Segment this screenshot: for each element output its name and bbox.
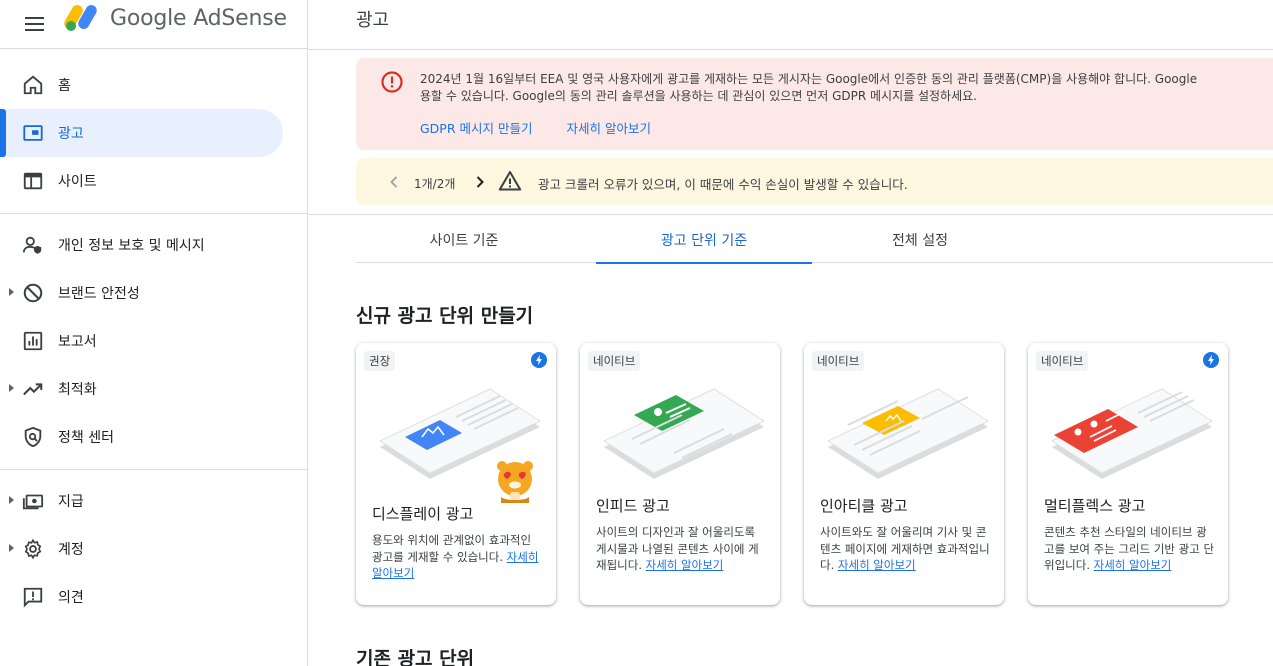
reports-icon <box>22 330 44 352</box>
sidebar-item-home[interactable]: 홈 <box>0 61 307 109</box>
menu-icon[interactable] <box>24 12 48 36</box>
header-divider <box>308 49 1273 50</box>
tab-by-ad-unit[interactable]: 광고 단위 기준 <box>596 216 812 264</box>
card-description: 콘텐츠 추천 스타일의 네이티브 광고를 보여 주는 그리드 기반 광고 단위입… <box>1044 525 1215 572</box>
nav-divider <box>0 213 307 214</box>
adsense-window: Google AdSense 홈 광고 사이트 개인 정보 보호 및 메시지 브… <box>0 0 1273 666</box>
sidebar-item-label: 광고 <box>58 126 84 142</box>
existing-ad-units-heading: 기존 광고 단위 <box>356 648 475 666</box>
card-badge: 네이티브 <box>1036 351 1089 371</box>
in-article-ad-illustration <box>826 388 990 479</box>
expand-caret-icon[interactable] <box>9 544 14 552</box>
card-badge: 네이티브 <box>588 351 641 371</box>
page-title: 광고 <box>356 10 390 31</box>
card-badge: 권장 <box>364 351 396 371</box>
sidebar-item-label: 보고서 <box>58 334 97 350</box>
trending-icon <box>22 378 44 400</box>
error-message: 2024년 1월 16일부터 EEA 및 영국 사용자에게 광고를 게재하는 모… <box>420 72 1198 103</box>
sidebar-item-label: 홈 <box>58 78 71 94</box>
sidebar-item-feedback[interactable]: 의견 <box>0 573 307 621</box>
tab-by-site[interactable]: 사이트 기준 <box>356 216 572 263</box>
brand-header: Google AdSense <box>0 0 307 49</box>
card-title: 인아티클 광고 <box>820 497 908 515</box>
gear-icon <box>22 538 44 560</box>
block-icon <box>22 282 44 304</box>
sidebar-item-brand-safety[interactable]: 브랜드 안전성 <box>0 269 307 317</box>
nav-secondary: 개인 정보 보호 및 메시지 브랜드 안전성 보고서 최적화 정책 센터 <box>0 221 307 461</box>
new-ad-units-heading: 신규 광고 단위 만들기 <box>356 305 534 327</box>
sidebar-item-label: 브랜드 안전성 <box>58 286 140 302</box>
chevron-right-icon[interactable] <box>470 172 490 192</box>
sidebar-item-ads[interactable]: 광고 <box>0 109 283 157</box>
sidebar-item-policy-center[interactable]: 정책 센터 <box>0 413 307 461</box>
sidebar: Google AdSense 홈 광고 사이트 개인 정보 보호 및 메시지 브… <box>0 0 308 666</box>
warning-message: 광고 크롤러 오류가 있으며, 이 때문에 수익 손실이 발생할 수 있습니다. <box>538 177 908 192</box>
sidebar-item-payments[interactable]: 지급 <box>0 477 307 525</box>
tabs-top-divider <box>308 214 1273 215</box>
error-actions: GDPR 메시지 만들기 자세히 알아보기 <box>420 118 681 137</box>
bolt-icon <box>531 352 547 368</box>
view-tabs: 사이트 기준 광고 단위 기준 전체 설정 <box>356 216 1273 264</box>
ads-icon <box>22 122 44 144</box>
in-article-ad-card[interactable]: 네이티브 인아티클 광고 사이트와도 잘 어울리며 기사 및 콘텐츠 페이지에 … <box>804 343 1004 605</box>
create-gdpr-message-link[interactable]: GDPR 메시지 만들기 <box>420 121 532 136</box>
bolt-icon <box>1203 352 1219 368</box>
mascot-sticker-icon <box>497 461 533 503</box>
chevron-left-icon[interactable] <box>384 172 404 192</box>
card-description: 용도와 위치에 관계없이 효과적인 광고를 게재할 수 있습니다. 자세히 알아… <box>372 533 539 580</box>
expand-caret-icon[interactable] <box>9 496 14 504</box>
card-title: 멀티플렉스 광고 <box>1044 497 1146 515</box>
sidebar-item-label: 계정 <box>58 542 84 558</box>
card-description: 사이트와도 잘 어울리며 기사 및 콘텐츠 페이지에 게재하면 효과적입니다. … <box>820 525 990 572</box>
learn-more-link[interactable]: 자세히 알아보기 <box>566 121 650 136</box>
learn-more-link[interactable]: 자세히 알아보기 <box>646 558 724 572</box>
expand-caret-icon[interactable] <box>9 384 14 392</box>
main-content: 광고 2024년 1월 16일부터 EEA 및 영국 사용자에게 광고를 게재하… <box>308 0 1273 666</box>
home-icon <box>22 74 44 96</box>
feedback-icon <box>22 586 44 608</box>
adsense-logo-icon <box>64 5 97 31</box>
learn-more-link[interactable]: 자세히 알아보기 <box>1094 558 1172 572</box>
sidebar-item-label: 지급 <box>58 494 84 510</box>
in-feed-ad-illustration <box>602 388 766 479</box>
sites-icon <box>22 170 44 192</box>
sidebar-item-label: 사이트 <box>58 174 97 190</box>
nav-tertiary: 지급 계정 의견 <box>0 477 307 621</box>
multiplex-ad-illustration <box>1050 388 1214 479</box>
sidebar-item-label: 최적화 <box>58 382 97 398</box>
error-icon <box>381 71 403 93</box>
card-title: 디스플레이 광고 <box>372 505 474 523</box>
card-title: 인피드 광고 <box>596 497 670 515</box>
sidebar-item-label: 개인 정보 보호 및 메시지 <box>58 238 205 254</box>
sidebar-item-account[interactable]: 계정 <box>0 525 307 573</box>
sidebar-item-reports[interactable]: 보고서 <box>0 317 307 365</box>
sidebar-item-sites[interactable]: 사이트 <box>0 157 307 205</box>
learn-more-link[interactable]: 자세히 알아보기 <box>838 558 916 572</box>
expand-caret-icon[interactable] <box>9 288 14 296</box>
banner-pager: 1개/2개 <box>414 177 456 191</box>
cmp-error-banner: 2024년 1월 16일부터 EEA 및 영국 사용자에게 광고를 게재하는 모… <box>356 58 1273 150</box>
in-feed-ad-card[interactable]: 네이티브 인피드 광고 사이트의 디자인과 잘 어울리도록 게시물과 나열된 콘… <box>580 343 780 605</box>
payments-icon <box>22 490 44 512</box>
nav-primary: 홈 광고 사이트 <box>0 61 307 205</box>
privacy-icon <box>22 234 44 256</box>
card-badge: 네이티브 <box>812 351 865 371</box>
sidebar-item-label: 정책 센터 <box>58 430 114 446</box>
sidebar-item-label: 의견 <box>58 590 84 606</box>
policy-shield-icon <box>22 426 44 448</box>
multiplex-ad-card[interactable]: 네이티브 멀티플렉스 광고 콘텐츠 추천 스타일의 네이티브 광고를 보여 주는… <box>1028 343 1228 605</box>
crawler-warning-banner: 1개/2개 광고 크롤러 오류가 있으며, 이 때문에 수익 손실이 발생할 수… <box>356 158 1273 205</box>
display-ad-card[interactable]: 권장 디스플레이 광고 용도와 위치에 관계없이 효과적인 광고를 게재할 수 … <box>356 343 556 605</box>
tab-global-settings[interactable]: 전체 설정 <box>812 216 1028 263</box>
brand-name[interactable]: Google AdSense <box>110 6 287 31</box>
card-description: 사이트의 디자인과 잘 어울리도록 게시물과 나열된 콘텐츠 사이에 게재됩니다… <box>596 525 759 572</box>
nav-divider <box>0 469 307 470</box>
sidebar-item-optimization[interactable]: 최적화 <box>0 365 307 413</box>
sidebar-item-privacy[interactable]: 개인 정보 보호 및 메시지 <box>0 221 307 269</box>
warning-icon <box>498 171 522 191</box>
